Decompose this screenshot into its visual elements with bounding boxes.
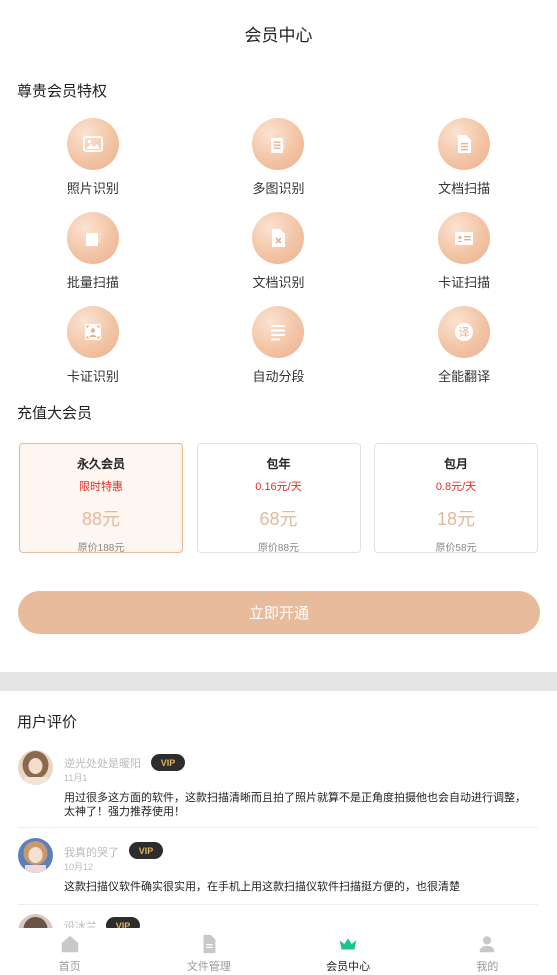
tab-file-management[interactable]: 文件管理	[139, 928, 278, 975]
crown-icon	[339, 938, 357, 950]
feature-label: 多图识别	[252, 181, 305, 196]
reviews-title: 用户评价	[17, 714, 78, 731]
id-card-scan-icon	[438, 212, 491, 264]
avatar	[18, 914, 53, 928]
batch-scan-icon	[66, 212, 119, 264]
feature-photo-recognition[interactable]: 照片识别	[0, 118, 186, 212]
feature-label: 照片识别	[66, 181, 119, 196]
feature-label: 文档扫描	[438, 181, 491, 196]
avatar	[18, 838, 53, 873]
bottom-tab-bar: 首页 文件管理 会员中心 我的	[0, 928, 557, 975]
feature-auto-paragraph[interactable]: 自动分段	[186, 306, 372, 400]
feature-label: 文档识别	[252, 275, 305, 290]
id-card-recognize-icon	[66, 306, 119, 358]
plan-lifetime[interactable]: 永久会员 限时特惠 88元 原价188元	[19, 443, 183, 554]
photo-icon	[66, 118, 119, 170]
header: 会员中心	[0, 0, 557, 66]
plan-original-price: 原价88元	[257, 543, 300, 554]
recharge-section: 充值大会员 永久会员 限时特惠 88元 原价188元 包年 0.16元/天 68…	[0, 402, 557, 554]
plan-name: 包月	[443, 457, 468, 471]
review-item: 我真的哭了 VIP 10月12 这款扫描仪软件确实很实用，在手机上用这款扫描仪软…	[0, 836, 557, 910]
feature-label: 全能翻译	[438, 369, 491, 384]
home-icon	[61, 935, 78, 953]
privileges-grid: 照片识别 多图识别 文档扫描 批量扫描 文档识别 卡证扫描 卡证识别 自动分段 …	[0, 118, 557, 400]
feature-batch-scan[interactable]: 批量扫描	[0, 212, 186, 306]
file-icon	[203, 934, 216, 954]
tab-member-center[interactable]: 会员中心	[279, 928, 418, 975]
reviewer-name: 逆光处处是暖阳	[64, 758, 141, 770]
recharge-title: 充值大会员	[17, 405, 93, 422]
review-item: 设冰兰 VIP	[0, 912, 557, 928]
tab-mine[interactable]: 我的	[418, 928, 557, 975]
privileges-section: 尊贵会员特权 照片识别 多图识别 文档扫描 批量扫描 文档识别 卡证扫描 卡证识…	[0, 80, 557, 400]
privileges-title: 尊贵会员特权	[17, 83, 108, 100]
feature-translate[interactable]: 译 全能翻译	[371, 306, 557, 400]
paragraph-icon	[252, 306, 305, 358]
feature-label: 批量扫描	[66, 275, 119, 290]
document-scan-icon	[438, 118, 491, 170]
review-item: 逆光处处是暖阳 VIP 11月1 用过很多这方面的软件，这款扫描清晰而且拍了照片…	[0, 748, 557, 828]
plan-price: 18元	[436, 509, 476, 529]
plan-daily-price: 0.8元/天	[435, 481, 477, 493]
page-title: 会员中心	[244, 25, 313, 45]
feature-label: 卡证识别	[66, 369, 119, 384]
feature-id-card-scan[interactable]: 卡证扫描	[371, 212, 557, 306]
plan-yearly[interactable]: 包年 0.16元/天 68元 原价88元	[196, 443, 361, 554]
feature-label: 卡证扫描	[438, 275, 491, 290]
feature-multi-image-recognition[interactable]: 多图识别	[186, 118, 372, 212]
reviewer-name: 设冰兰	[64, 921, 97, 928]
plan-name: 永久会员	[76, 457, 125, 471]
review-date: 11月1	[64, 773, 88, 783]
tab-label: 我的	[476, 961, 499, 973]
plan-daily-price: 0.16元/天	[255, 481, 302, 493]
feature-document-scan[interactable]: 文档扫描	[371, 118, 557, 212]
plan-original-price: 原价188元	[77, 543, 125, 554]
translate-icon: 译	[438, 306, 491, 358]
feature-document-recognition[interactable]: 文档识别	[186, 212, 372, 306]
plan-monthly[interactable]: 包月 0.8元/天 18元 原价58元	[374, 443, 538, 554]
multi-page-icon	[252, 118, 305, 170]
divider	[18, 827, 538, 828]
document-recognize-icon	[252, 212, 305, 264]
review-text: 这款扫描仪软件确实很实用，在手机上用这款扫描仪软件扫描挺方便的，也很清楚	[64, 881, 460, 893]
translate-glyph: 译	[459, 326, 470, 339]
vip-badge: VIP	[106, 917, 140, 928]
section-divider	[0, 672, 557, 691]
tab-label: 首页	[58, 961, 81, 973]
plan-name: 包年	[266, 457, 291, 471]
plan-promo: 限时特惠	[79, 481, 123, 493]
tab-home[interactable]: 首页	[0, 928, 139, 975]
vip-badge: VIP	[129, 842, 163, 859]
plan-price: 68元	[259, 509, 298, 529]
avatar	[18, 750, 53, 785]
feature-label: 自动分段	[252, 369, 305, 384]
tab-label: 文件管理	[186, 961, 231, 973]
review-date: 10月12	[64, 862, 94, 872]
open-membership-button[interactable]: 立即开通	[18, 591, 540, 634]
reviewer-name: 我真的哭了	[64, 847, 119, 859]
plan-original-price: 原价58元	[435, 543, 477, 554]
review-text: 用过很多这方面的软件，这款扫描清晰而且拍了照片就算不是正角度拍摄他也会自动进行调…	[64, 792, 526, 818]
user-icon	[480, 936, 495, 953]
tab-label: 会员中心	[326, 961, 371, 973]
feature-id-card-recognition[interactable]: 卡证识别	[0, 306, 186, 400]
plan-price: 88元	[81, 509, 121, 529]
divider	[18, 904, 538, 905]
plan-list: 永久会员 限时特惠 88元 原价188元 包年 0.16元/天 68元 原价88…	[0, 443, 557, 554]
vip-badge: VIP	[151, 754, 185, 771]
